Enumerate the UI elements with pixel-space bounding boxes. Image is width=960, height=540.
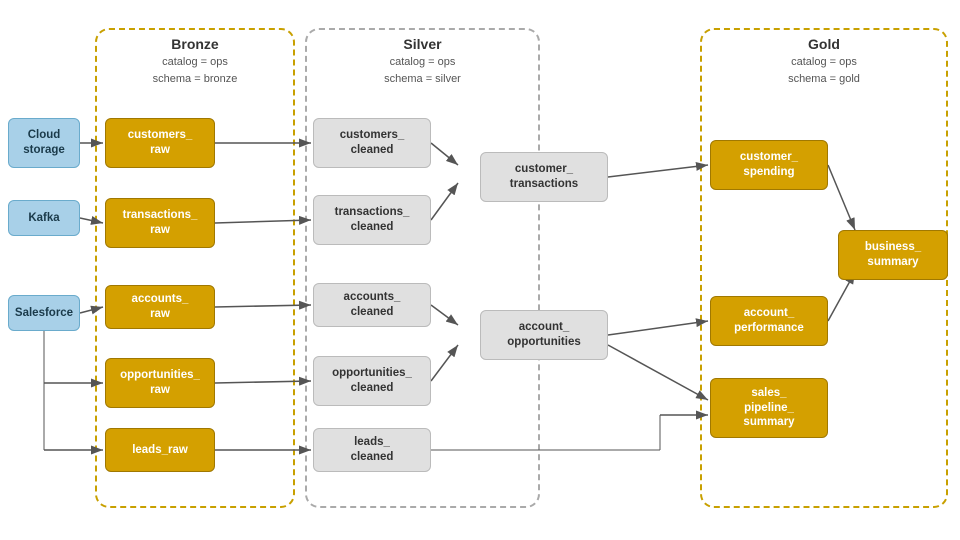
diagram: Bronze catalog = opsschema = bronze Silv… <box>0 0 960 540</box>
silver-label: Silver <box>307 36 538 52</box>
cloud-storage-node: Cloudstorage <box>8 118 80 168</box>
bronze-sub: catalog = opsschema = bronze <box>97 54 293 87</box>
account-performance-node: account_performance <box>710 296 828 346</box>
customer-spending-node: customer_spending <box>710 140 828 190</box>
kafka-node: Kafka <box>8 200 80 236</box>
salesforce-node: Salesforce <box>8 295 80 331</box>
opportunities-cleaned-node: opportunities_cleaned <box>313 356 431 406</box>
bronze-label: Bronze <box>97 36 293 52</box>
sales-pipeline-summary-node: sales_pipeline_summary <box>710 378 828 438</box>
transactions-raw-node: transactions_raw <box>105 198 215 248</box>
accounts-cleaned-node: accounts_cleaned <box>313 283 431 327</box>
transactions-cleaned-node: transactions_cleaned <box>313 195 431 245</box>
gold-label: Gold <box>702 36 946 52</box>
opportunities-raw-node: opportunities_raw <box>105 358 215 408</box>
customers-raw-node: customers_raw <box>105 118 215 168</box>
customer-transactions-node: customer_transactions <box>480 152 608 202</box>
account-opportunities-node: account_opportunities <box>480 310 608 360</box>
customers-cleaned-node: customers_cleaned <box>313 118 431 168</box>
leads-raw-node: leads_raw <box>105 428 215 472</box>
accounts-raw-node: accounts_raw <box>105 285 215 329</box>
gold-sub: catalog = opsschema = gold <box>702 54 946 87</box>
leads-cleaned-node: leads_cleaned <box>313 428 431 472</box>
business-summary-node: business_summary <box>838 230 948 280</box>
silver-sub: catalog = opsschema = silver <box>307 54 538 87</box>
